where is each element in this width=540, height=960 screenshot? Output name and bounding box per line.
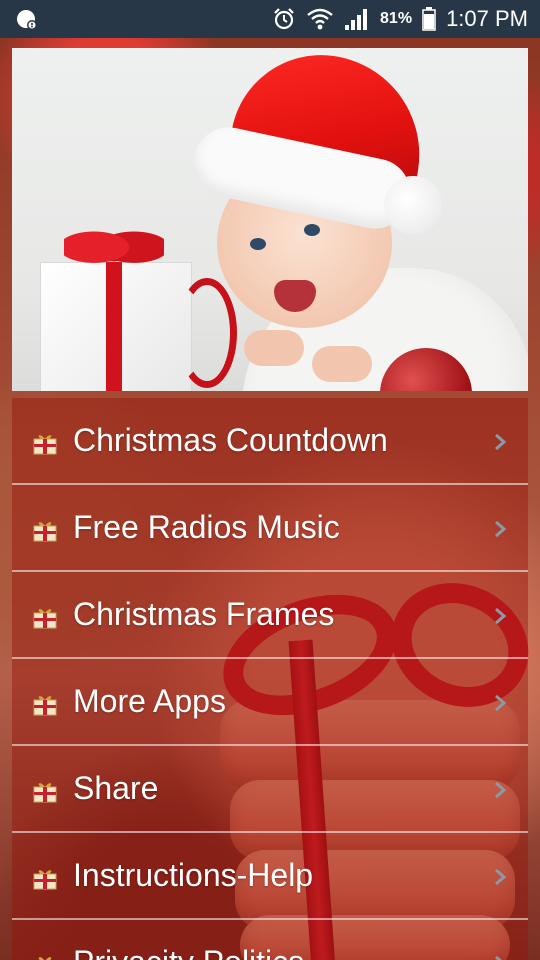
menu-item-label: Share: [73, 770, 159, 806]
gift-icon: [33, 609, 57, 629]
notification-icon: [17, 10, 37, 30]
battery-percent: 81%: [380, 10, 413, 27]
menu-item-label: Free Radios Music: [73, 509, 340, 545]
menu-item-christmas-frames[interactable]: Christmas Frames: [12, 572, 528, 659]
chevron-right-icon: [495, 781, 507, 799]
menu-item-label: Christmas Countdown: [73, 422, 388, 458]
gift-icon: [33, 783, 57, 803]
chevron-right-icon: [495, 955, 502, 960]
menu-item-more-apps[interactable]: More Apps: [12, 659, 528, 746]
gift-icon: [33, 696, 57, 716]
menu-item-label: More Apps: [73, 683, 226, 719]
wifi-icon: [307, 8, 333, 30]
alarm-icon: [274, 8, 294, 30]
chevron-right-icon: [495, 433, 507, 451]
menu-item-free-radios-music[interactable]: Free Radios Music: [12, 485, 528, 572]
gift-icon: [38, 957, 52, 960]
menu-item-label: Privacity Politics: [73, 940, 304, 960]
menu-item-label: Instructions-Help: [73, 857, 314, 893]
menu-item-instructions-help[interactable]: Instructions-Help: [12, 833, 528, 920]
gift-icon: [33, 435, 57, 455]
signal-icon: [345, 9, 368, 30]
clock: 1:07 PM: [446, 6, 528, 31]
main-menu: Christmas Countdown Free Radios Music Ch…: [12, 398, 528, 960]
battery-icon: [422, 7, 436, 31]
chevron-right-icon: [495, 520, 507, 538]
menu-item-share[interactable]: Share: [12, 746, 528, 833]
gift-icon: [33, 522, 57, 542]
chevron-right-icon: [495, 868, 507, 886]
gift-icon: [33, 870, 57, 890]
menu-item-christmas-countdown[interactable]: Christmas Countdown: [12, 398, 528, 485]
menu-item-label: Christmas Frames: [73, 596, 335, 632]
chevron-right-icon: [495, 607, 507, 625]
status-bar: 81% 1:07 PM: [0, 0, 540, 38]
hero-photo: [12, 48, 528, 391]
menu-item-privacity-politics[interactable]: Privacity Politics: [12, 920, 528, 960]
chevron-right-icon: [495, 694, 507, 712]
